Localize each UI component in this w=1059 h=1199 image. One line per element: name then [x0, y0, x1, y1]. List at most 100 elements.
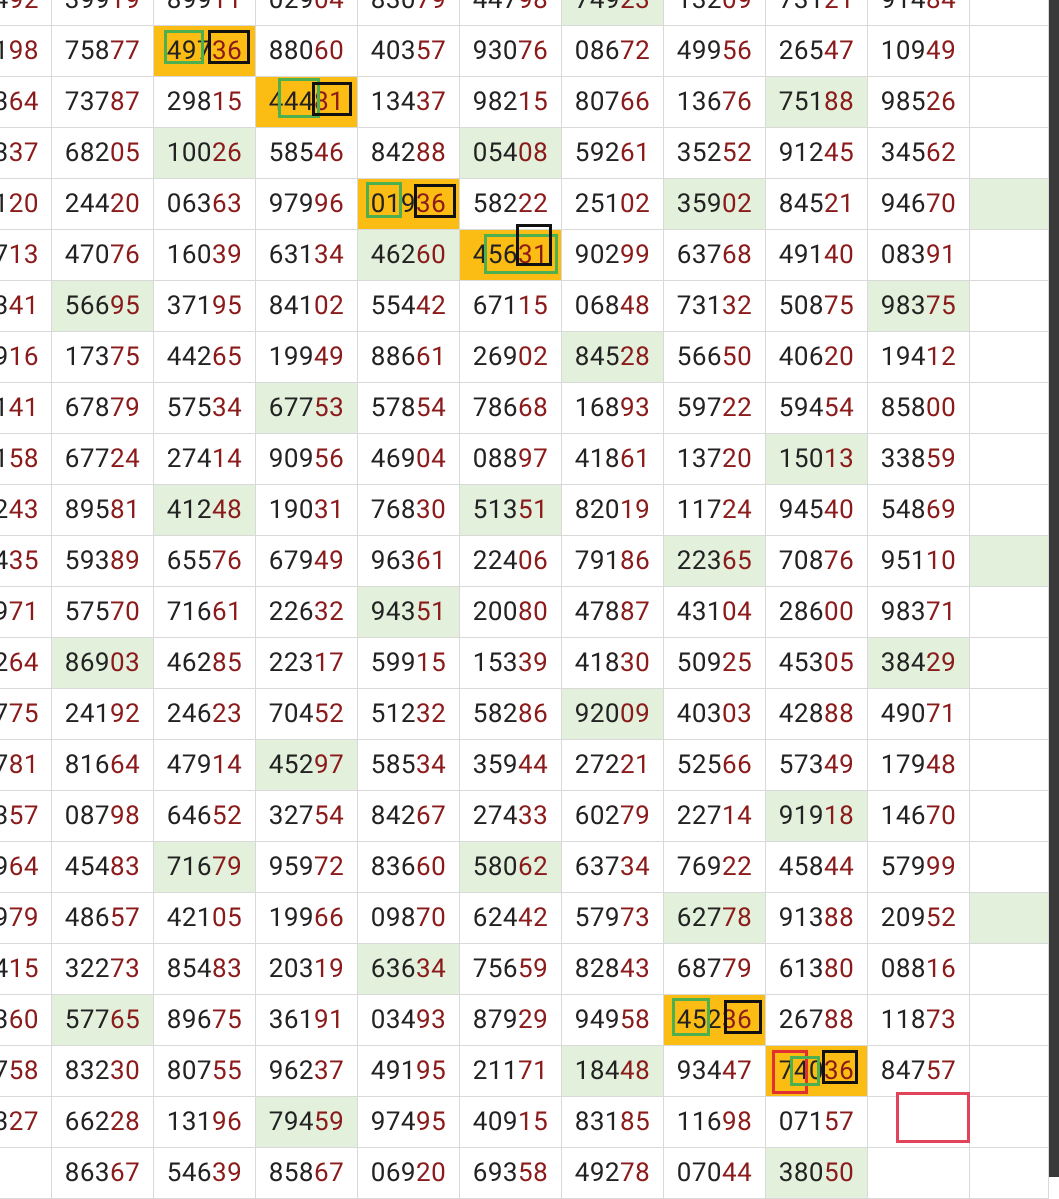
- empty-cell[interactable]: [970, 77, 1049, 128]
- grid-cell[interactable]: 582 22: [460, 179, 562, 230]
- grid-cell[interactable]: 190 31: [256, 485, 358, 536]
- grid-cell[interactable]: 120: [0, 179, 52, 230]
- grid-cell[interactable]: 098 70: [358, 893, 460, 944]
- grid-cell[interactable]: 088 97: [460, 434, 562, 485]
- grid-cell[interactable]: 546 39: [154, 1148, 256, 1199]
- grid-cell[interactable]: 593 89: [52, 536, 154, 587]
- empty-cell[interactable]: [970, 587, 1049, 638]
- grid-cell[interactable]: 298 15: [154, 77, 256, 128]
- grid-cell[interactable]: 963 61: [358, 536, 460, 587]
- grid-cell[interactable]: 832 30: [52, 1046, 154, 1097]
- empty-cell[interactable]: [970, 1046, 1049, 1097]
- grid-cell[interactable]: 137 20: [664, 434, 766, 485]
- grid-cell[interactable]: 716 61: [154, 587, 256, 638]
- grid-cell[interactable]: 920 09: [562, 689, 664, 740]
- grid-cell[interactable]: 646 52: [154, 791, 256, 842]
- grid-cell[interactable]: 847 57: [868, 1046, 970, 1097]
- grid-cell[interactable]: 597 22: [664, 383, 766, 434]
- grid-cell[interactable]: 384 29: [868, 638, 970, 689]
- grid-cell[interactable]: [0, 1148, 52, 1199]
- grid-cell[interactable]: 063 63: [154, 179, 256, 230]
- grid-cell[interactable]: 794 59: [256, 1097, 358, 1148]
- grid-cell[interactable]: 836 60: [358, 842, 460, 893]
- grid-cell[interactable]: 380 50: [766, 1148, 868, 1199]
- grid-cell[interactable]: 054 08: [460, 128, 562, 179]
- grid-cell[interactable]: 949 58: [562, 995, 664, 1046]
- grid-cell[interactable]: 624 42: [460, 893, 562, 944]
- grid-cell[interactable]: 071 57: [766, 1097, 868, 1148]
- grid-cell[interactable]: 131 96: [154, 1097, 256, 1148]
- grid-cell[interactable]: 486 57: [52, 893, 154, 944]
- grid-cell[interactable]: 431 04: [664, 587, 766, 638]
- grid-cell[interactable]: 573 49: [766, 740, 868, 791]
- grid-cell[interactable]: 136 76: [664, 77, 766, 128]
- grid-cell[interactable]: 286 00: [766, 587, 868, 638]
- grid-cell[interactable]: 974 95: [358, 1097, 460, 1148]
- grid-cell[interactable]: 223 17: [256, 638, 358, 689]
- grid-cell[interactable]: 816 64: [52, 740, 154, 791]
- grid-cell[interactable]: 327: [0, 1097, 52, 1148]
- grid-cell[interactable]: 462 85: [154, 638, 256, 689]
- grid-cell[interactable]: 845 21: [766, 179, 868, 230]
- grid-cell[interactable]: 580 62: [460, 842, 562, 893]
- grid-cell[interactable]: 934 47: [664, 1046, 766, 1097]
- grid-cell[interactable]: 224 06: [460, 536, 562, 587]
- grid-cell[interactable]: 577 65: [52, 995, 154, 1046]
- grid-cell[interactable]: 525 66: [664, 740, 766, 791]
- grid-cell[interactable]: 361 91: [256, 995, 358, 1046]
- grid-cell[interactable]: 979 96: [256, 179, 358, 230]
- grid-cell[interactable]: 209 52: [868, 893, 970, 944]
- grid-cell[interactable]: 447 98: [460, 0, 562, 26]
- grid-cell[interactable]: 636 34: [358, 944, 460, 995]
- grid-cell[interactable]: 100 26: [154, 128, 256, 179]
- grid-cell[interactable]: 959 72: [256, 842, 358, 893]
- grid-cell[interactable]: 118 73: [868, 995, 970, 1046]
- grid-cell[interactable]: 435: [0, 536, 52, 587]
- grid-cell[interactable]: 399 19: [52, 0, 154, 26]
- grid-cell[interactable]: 428 88: [766, 689, 868, 740]
- empty-cell[interactable]: [970, 842, 1049, 893]
- grid-cell[interactable]: 168 93: [562, 383, 664, 434]
- grid-cell[interactable]: 345 62: [868, 128, 970, 179]
- grid-cell[interactable]: 199 66: [256, 893, 358, 944]
- grid-cell[interactable]: 627 78: [664, 893, 766, 944]
- empty-cell[interactable]: [970, 0, 1049, 26]
- grid-cell[interactable]: 029 04: [256, 0, 358, 26]
- empty-cell[interactable]: [970, 26, 1049, 77]
- grid-cell[interactable]: 069 20: [358, 1148, 460, 1199]
- grid-cell[interactable]: 775: [0, 689, 52, 740]
- selected-empty-cell[interactable]: [896, 1092, 970, 1143]
- grid-cell[interactable]: 945 40: [766, 485, 868, 536]
- grid-cell[interactable]: 985 26: [868, 77, 970, 128]
- grid-cell[interactable]: 731 21: [766, 0, 868, 26]
- grid-cell[interactable]: 786 68: [460, 383, 562, 434]
- grid-cell[interactable]: 357: [0, 791, 52, 842]
- grid-cell[interactable]: 508 75: [766, 281, 868, 332]
- grid-cell[interactable]: 264: [0, 638, 52, 689]
- grid-cell[interactable]: 492: [0, 0, 52, 26]
- grid-cell[interactable]: 070 44: [664, 1148, 766, 1199]
- grid-cell[interactable]: 141: [0, 383, 52, 434]
- grid-cell[interactable]: 274 33: [460, 791, 562, 842]
- grid-cell[interactable]: 831 85: [562, 1097, 664, 1148]
- grid-cell[interactable]: 677 24: [52, 434, 154, 485]
- grid-cell[interactable]: 452 97: [256, 740, 358, 791]
- grid-cell[interactable]: 246 23: [154, 689, 256, 740]
- grid-cell[interactable]: 602 79: [562, 791, 664, 842]
- grid-cell[interactable]: 513 51: [460, 485, 562, 536]
- grid-cell[interactable]: 251 02: [562, 179, 664, 230]
- grid-cell[interactable]: 751 88: [766, 77, 868, 128]
- grid-cell[interactable]: 491 95: [358, 1046, 460, 1097]
- grid-cell[interactable]: 490 71: [868, 689, 970, 740]
- grid-cell[interactable]: 088 16: [868, 944, 970, 995]
- grid-cell[interactable]: 371 95: [154, 281, 256, 332]
- grid-cell[interactable]: 274 14: [154, 434, 256, 485]
- empty-cell[interactable]: [970, 434, 1049, 485]
- grid-cell[interactable]: 662 28: [52, 1097, 154, 1148]
- grid-cell[interactable]: 637 34: [562, 842, 664, 893]
- grid-cell[interactable]: 858 67: [256, 1148, 358, 1199]
- grid-cell[interactable]: 879 29: [460, 995, 562, 1046]
- grid-cell[interactable]: 781: [0, 740, 52, 791]
- empty-cell[interactable]: [970, 1148, 1049, 1199]
- grid-cell[interactable]: 418 30: [562, 638, 664, 689]
